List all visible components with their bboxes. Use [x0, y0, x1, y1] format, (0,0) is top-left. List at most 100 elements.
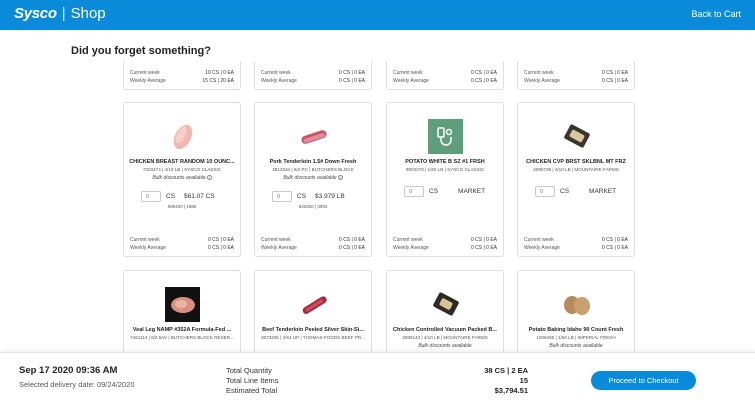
product-name[interactable]: Potato Baking Idaho 90 Count Fresh: [522, 327, 630, 333]
weekly-average-value: 0 CS | 0 EA: [338, 245, 365, 251]
product-card[interactable]: Veal Leg NAMP #352A Formula-Fed ... 7461…: [123, 270, 241, 360]
order-summary-footer: Sep 17 2020 09:36 AM Selected delivery d…: [0, 352, 755, 400]
product-details: 2096739 | 4/10 LB | MOUNTAIRE FARMS: [533, 167, 619, 172]
unit-label: CS: [166, 193, 176, 200]
product-card[interactable]: Beef Tenderloin Peeled Silver Skin-Si...…: [254, 270, 372, 360]
order-row: CS MARKET: [535, 186, 616, 197]
product-name[interactable]: CHICKEN BREAST RANDOM 10 OUNC...: [128, 159, 236, 165]
weekly-average-label: Weekly Average: [261, 245, 297, 251]
current-week-value: 0 CS | 0 EA: [338, 70, 365, 76]
potato-image[interactable]: [559, 287, 594, 322]
product-name[interactable]: Chicken Controlled Vacuum Packed B...: [391, 327, 499, 333]
purchase-stats: Current week 0 CS | 0 EA Weekly Average 0 …: [261, 236, 365, 252]
product-details: 9903378 | 1/50 LB | SYSCO CLASSIC: [405, 167, 485, 172]
totals-values: 38 CS | 2 EA 15 $3,794.51: [430, 366, 528, 396]
bulk-discount-note: Bulk discounts available: [418, 343, 472, 349]
quantity-input[interactable]: [272, 191, 292, 202]
product-card[interactable]: CHICKEN BREAST RANDOM 10 OUNC... 7203474…: [123, 102, 241, 257]
weekly-average-value: 0 CS | 0 EA: [338, 78, 365, 84]
purchase-stats: Current week 0 CS | 0 EA Weekly Average 0 …: [393, 236, 497, 252]
purchase-stats: Current week 0 CS | 0 EA Weekly Average 0 …: [130, 236, 234, 252]
current-week-label: Current week: [261, 237, 291, 243]
order-row: CS MARKET: [404, 186, 485, 197]
product-card[interactable]: Pork Tenderloin 1.5# Down Fresh 3812534 …: [254, 102, 372, 257]
purchase-stats: Current week 0 CS | 0 EA Weekly Average 0 …: [524, 69, 628, 85]
product-card[interactable]: Chicken Controlled Vacuum Packed B... 20…: [386, 270, 504, 360]
current-week-label: Current week: [393, 70, 423, 76]
purchase-stats: Current week 10 CS | 0 EA Weekly Average 1…: [130, 69, 234, 85]
product-name[interactable]: POTATO WHITE B SZ #1 FRSH: [391, 159, 499, 165]
product-details: 3873205 | 2/64 UP | THOMAS-FOODS BEEF PR…: [260, 335, 366, 340]
current-week-value: 0 CS | 0 EA: [601, 70, 628, 76]
total-quantity-label: Total Quantity: [226, 366, 272, 375]
brand-logo[interactable]: Sysco | Shop: [14, 5, 106, 22]
current-week-label: Current week: [524, 237, 554, 243]
weekly-average-value: 15 CS | 20 EA: [202, 78, 234, 84]
purchase-stats: Current week 0 CS | 0 EA Weekly Average 0 …: [393, 69, 497, 85]
back-to-cart-link[interactable]: Back to Cart: [691, 9, 741, 19]
unit-label: CS: [297, 193, 307, 200]
product-placeholder-icon[interactable]: [428, 119, 463, 154]
current-week-label: Current week: [524, 70, 554, 76]
quantity-input[interactable]: [141, 191, 161, 202]
current-week-value: 0 CS | 0 EA: [470, 70, 497, 76]
current-week-label: Current week: [393, 237, 423, 243]
total-quantity-value: 38 CS | 2 EA: [484, 366, 528, 375]
purchase-stats: Current week 0 CS | 0 EA Weekly Average 0 …: [524, 236, 628, 252]
product-card[interactable]: Current week 0 CS | 0 EA Weekly Average 0 …: [386, 61, 504, 90]
estimated-total-label: Estimated Total: [226, 386, 278, 395]
weekly-average-label: Weekly Average: [261, 78, 297, 84]
product-card[interactable]: CHICKEN CVP BRST SKLBNL MT FRZ 2096739 |…: [517, 102, 635, 257]
weekly-average-label: Weekly Average: [130, 245, 166, 251]
product-name[interactable]: CHICKEN CVP BRST SKLBNL MT FRZ: [522, 159, 630, 165]
weekly-average-label: Weekly Average: [524, 245, 560, 251]
chicken-breast-image[interactable]: [165, 119, 200, 154]
product-card[interactable]: POTATO WHITE B SZ #1 FRSH 9903378 | 1/50…: [386, 102, 504, 257]
quantity-input[interactable]: [404, 186, 424, 197]
product-card[interactable]: Potato Baking Idaho 90 Count Fresh 10084…: [517, 270, 635, 360]
shop-label: Shop: [70, 5, 106, 22]
product-details: 7461114 | 6/2.5AV | BUTCHERS BLOCK RESER…: [130, 335, 234, 340]
product-name[interactable]: Pork Tenderloin 1.5# Down Fresh: [259, 159, 367, 165]
unit-label: CS: [560, 188, 570, 195]
total-line-items-label: Total Line Items: [226, 376, 279, 385]
product-card[interactable]: Current week 0 CS | 0 EA Weekly Average 0 …: [254, 61, 372, 90]
product-card[interactable]: Current week 0 CS | 0 EA Weekly Average 0 …: [517, 61, 635, 90]
unit-price: $3.979 LB: [315, 193, 345, 200]
product-name[interactable]: Beef Tenderloin Peeled Silver Skin-Si...: [259, 327, 367, 333]
proceed-to-checkout-button[interactable]: Proceed to Checkout: [591, 371, 696, 390]
product-details: 3812534 | 6/2 PC | BUTCHERS BLOCK: [272, 167, 354, 172]
info-icon[interactable]: i: [337, 175, 343, 181]
pork-tenderloin-image[interactable]: [296, 119, 331, 154]
weekly-average-label: Weekly Average: [393, 245, 429, 251]
weekly-average-label: Weekly Average: [524, 78, 560, 84]
chicken-package-image[interactable]: [559, 119, 594, 154]
estimated-total-value: $3,794.51: [494, 386, 528, 395]
unit-label: CS: [429, 188, 439, 195]
current-week-value: 0 CS | 0 EA: [470, 237, 497, 243]
current-week-label: Current week: [130, 237, 160, 243]
beef-tenderloin-image[interactable]: [296, 287, 331, 322]
market-price-label: MARKET: [589, 188, 617, 195]
delivery-date: Selected delivery date: 09/24/2020: [19, 380, 135, 389]
current-week-value: 10 CS | 0 EA: [205, 70, 234, 76]
bulk-discount-note: Bulk discounts available i: [259, 175, 367, 181]
order-row: CS $3.979 LB: [272, 191, 345, 202]
info-icon[interactable]: i: [206, 175, 212, 181]
weekly-average-value: 0 CS | 0 EA: [601, 78, 628, 84]
product-card[interactable]: Current week 10 CS | 0 EA Weekly Average 1…: [123, 61, 241, 90]
weekly-average-value: 0 CS | 0 EA: [470, 245, 497, 251]
market-price-label: MARKET: [458, 188, 486, 195]
bulk-discount-text: Bulk discounts available: [283, 175, 337, 181]
product-name[interactable]: Veal Leg NAMP #352A Formula-Fed ...: [128, 327, 236, 333]
weekly-average-label: Weekly Average: [130, 78, 166, 84]
order-row: CS $61.07 CS: [141, 191, 215, 202]
weekly-average-value: 0 CS | 0 EA: [470, 78, 497, 84]
veal-leg-image[interactable]: [165, 287, 200, 322]
product-details: 1008465 | 1/50 LB | IMPERIAL FRESH: [536, 335, 616, 340]
quantity-input[interactable]: [535, 186, 555, 197]
chicken-package-image[interactable]: [428, 287, 463, 322]
totals-labels: Total Quantity Total Line Items Estimate…: [226, 366, 279, 396]
current-week-value: 0 CS | 0 EA: [207, 237, 234, 243]
current-week-value: 0 CS | 0 EA: [601, 237, 628, 243]
